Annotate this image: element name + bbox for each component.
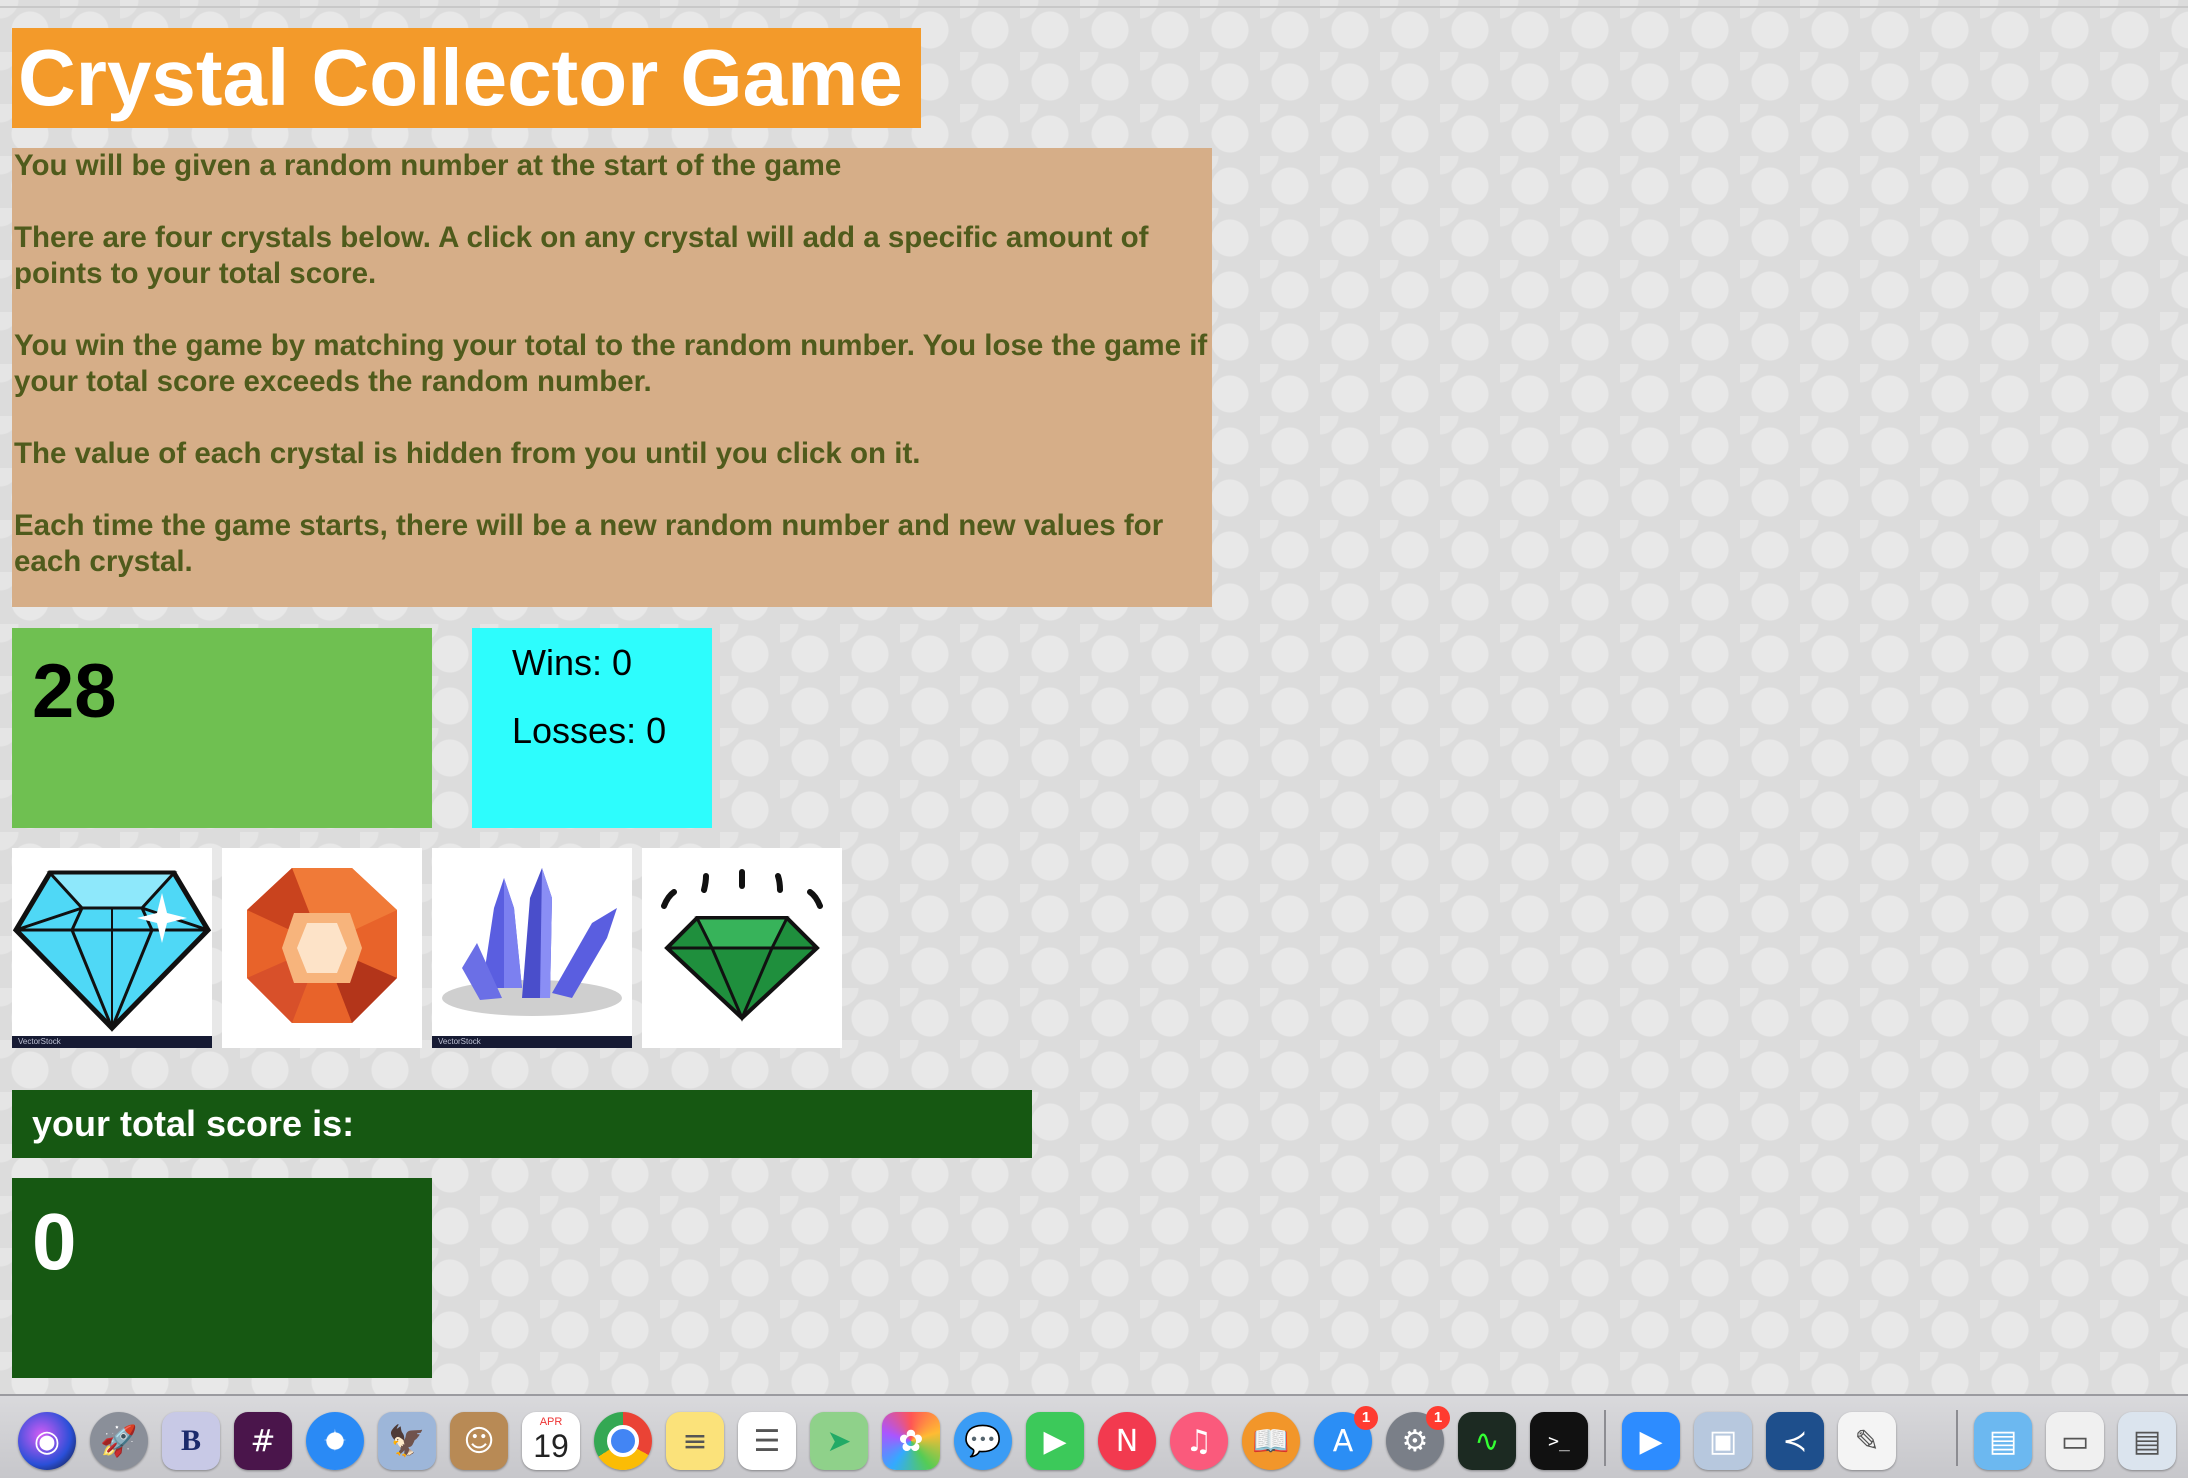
dock: ◉ 🚀 B # ✦ 🦅 ☺ APR 19 ≡ ☰ ➤ ✿ 💬 ▶ N ♫ 📖 A… bbox=[0, 1394, 2188, 1478]
dock-separator bbox=[1604, 1410, 1606, 1466]
instruction-line: Each time the game starts, there will be… bbox=[14, 509, 1164, 578]
crystal-green-emerald[interactable] bbox=[642, 848, 842, 1048]
instruction-line: The value of each crystal is hidden from… bbox=[14, 437, 921, 470]
preview-icon[interactable]: ▣ bbox=[1694, 1412, 1752, 1470]
vscode-icon[interactable]: ≺ bbox=[1766, 1412, 1824, 1470]
instruction-line: You win the game by matching your total … bbox=[14, 329, 1208, 398]
instruction-line: There are four crystals below. A click o… bbox=[14, 221, 1149, 290]
contacts-icon[interactable]: ☺ bbox=[450, 1412, 508, 1470]
screenshot-stack-icon[interactable]: ▭ bbox=[2046, 1412, 2104, 1470]
calendar-day: 19 bbox=[533, 1428, 569, 1464]
dock-separator bbox=[1956, 1410, 1958, 1466]
green-emerald-icon bbox=[661, 869, 823, 1022]
messages-icon[interactable]: 💬 bbox=[954, 1412, 1012, 1470]
reminders-icon[interactable]: ☰ bbox=[738, 1412, 796, 1470]
siri-icon[interactable]: ◉ bbox=[18, 1412, 76, 1470]
activity-monitor-icon[interactable]: ∿ bbox=[1458, 1412, 1516, 1470]
total-score: 0 bbox=[32, 1197, 77, 1286]
losses-count: Losses: 0 bbox=[512, 710, 667, 751]
photos-icon[interactable]: ✿ bbox=[882, 1412, 940, 1470]
facetime-icon[interactable]: ▶ bbox=[1026, 1412, 1084, 1470]
books-icon[interactable]: 📖 bbox=[1242, 1412, 1300, 1470]
blue-diamond-icon bbox=[12, 870, 212, 1032]
maps-icon[interactable]: ➤ bbox=[810, 1412, 868, 1470]
watermark-text: VectorStock bbox=[438, 1037, 481, 1046]
wins-count: Wins: 0 bbox=[512, 642, 633, 683]
total-score-box: 0 bbox=[12, 1178, 432, 1378]
watermark-bar: VectorStock bbox=[432, 1036, 632, 1048]
random-number-box: 28 bbox=[12, 628, 432, 828]
terminal-prompt: >_ bbox=[1548, 1430, 1570, 1452]
window-top-border bbox=[0, 6, 2188, 8]
watermark-bar: VectorStock bbox=[12, 1036, 212, 1048]
stats-box: Wins: 0 Losses: 0 bbox=[472, 628, 712, 828]
safari-icon[interactable]: ✦ bbox=[306, 1412, 364, 1470]
terminal-icon[interactable]: >_ bbox=[1530, 1412, 1588, 1470]
zoom-icon[interactable]: ▶ bbox=[1622, 1412, 1680, 1470]
watermark-text: VectorStock bbox=[18, 1037, 61, 1046]
bbedit-icon[interactable]: B bbox=[162, 1412, 220, 1470]
app-store-icon[interactable]: A1 bbox=[1314, 1406, 1378, 1470]
textedit-icon[interactable]: ✎ bbox=[1838, 1412, 1896, 1470]
crystal-orange-gem[interactable] bbox=[222, 848, 422, 1048]
news-icon[interactable]: N bbox=[1098, 1412, 1156, 1470]
system-preferences-icon[interactable]: ⚙ 1 bbox=[1386, 1406, 1450, 1470]
music-icon[interactable]: ♫ bbox=[1170, 1412, 1228, 1470]
chrome-icon[interactable] bbox=[594, 1412, 652, 1470]
notification-badge: 1 bbox=[1426, 1406, 1450, 1430]
instructions-panel: You will be given a random number at the… bbox=[12, 148, 1212, 607]
slack-icon[interactable]: # bbox=[234, 1412, 292, 1470]
random-number: 28 bbox=[32, 649, 117, 734]
page-title: Crystal Collector Game bbox=[12, 28, 921, 128]
purple-crystal-icon bbox=[442, 868, 622, 1016]
screenshot-stack-icon[interactable]: ▤ bbox=[2118, 1412, 2176, 1470]
calendar-icon[interactable]: APR 19 bbox=[522, 1412, 580, 1470]
orange-gem-icon bbox=[247, 868, 397, 1023]
notification-badge: 1 bbox=[1354, 1406, 1378, 1430]
crystal-purple-cluster[interactable]: VectorStock bbox=[432, 848, 632, 1048]
downloads-folder-icon[interactable]: ▤ bbox=[1974, 1412, 2032, 1470]
eagle-app-icon[interactable]: 🦅 bbox=[378, 1412, 436, 1470]
instruction-line: You will be given a random number at the… bbox=[14, 149, 842, 182]
calendar-month: APR bbox=[539, 1416, 563, 1428]
launchpad-icon[interactable]: 🚀 bbox=[90, 1412, 148, 1470]
notes-icon[interactable]: ≡ bbox=[666, 1412, 724, 1470]
score-header: your total score is: bbox=[12, 1090, 1032, 1158]
crystal-blue-diamond[interactable]: VectorStock bbox=[12, 848, 212, 1048]
